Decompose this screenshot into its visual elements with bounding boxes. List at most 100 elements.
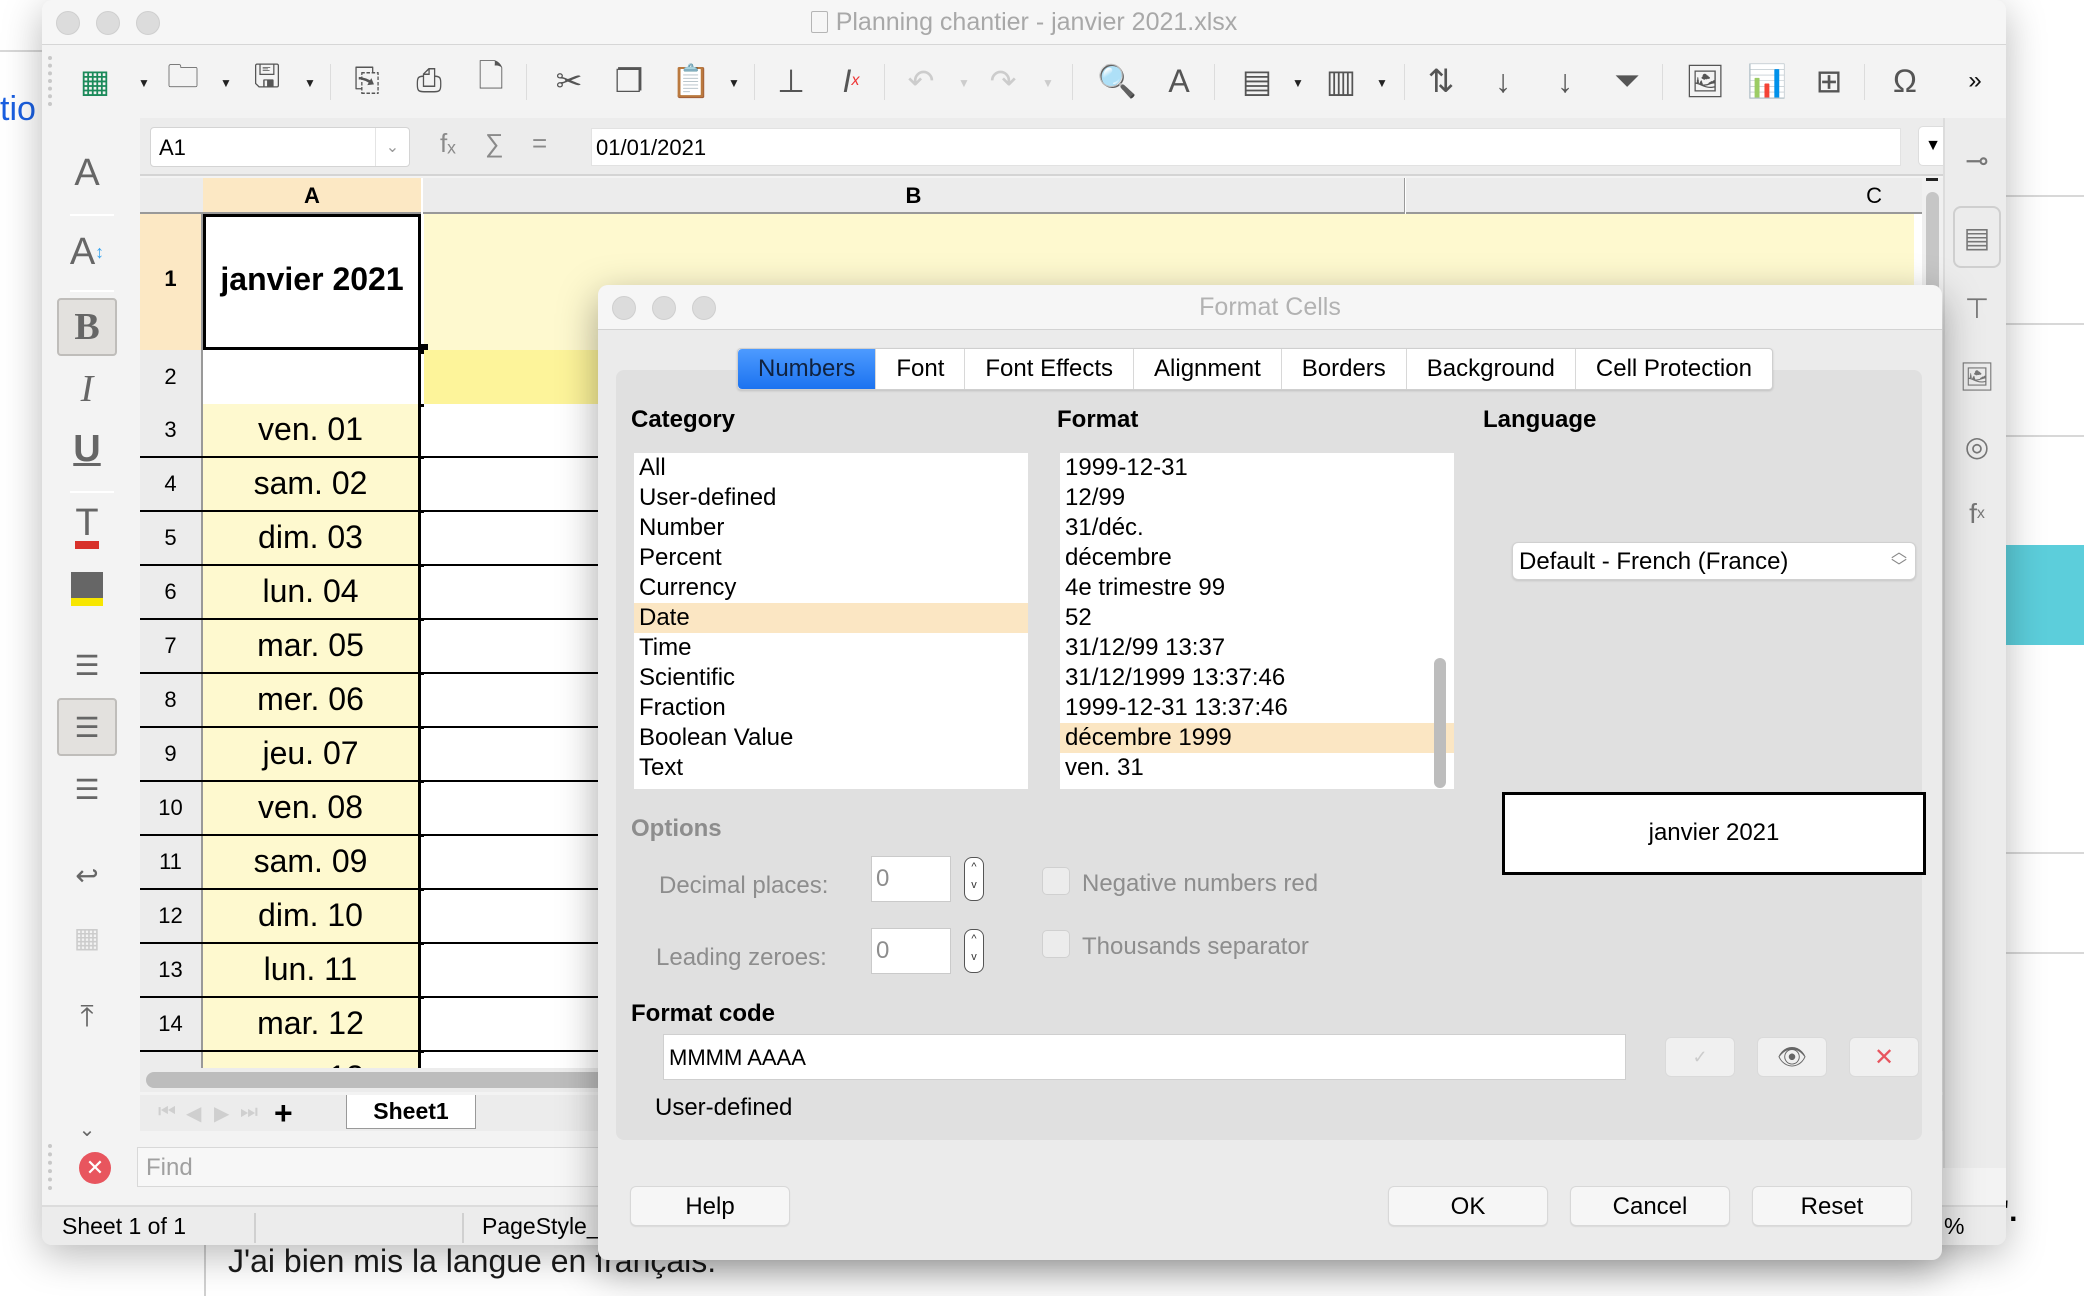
close-find-bar-icon[interactable]: ✕ xyxy=(79,1152,111,1184)
clear-formatting-icon[interactable]: Ix xyxy=(828,58,874,104)
clone-formatting-icon[interactable]: ⊥ xyxy=(768,58,814,104)
font-name-icon[interactable]: A xyxy=(57,144,117,202)
tab-font-effects[interactable]: Font Effects xyxy=(965,349,1135,389)
row-header[interactable]: 15 xyxy=(140,1052,203,1068)
leading-zeroes-stepper[interactable]: ^ v xyxy=(964,929,984,973)
category-list-item[interactable]: All xyxy=(634,453,1028,483)
category-list-item[interactable]: Currency xyxy=(634,573,1028,603)
row-header[interactable]: 11 xyxy=(140,836,203,890)
add-sheet-button[interactable]: + xyxy=(274,1095,293,1132)
format-list-item[interactable]: 31/12/99 13:37 xyxy=(1060,633,1454,663)
name-box[interactable]: A1 ⌄ xyxy=(150,127,410,167)
format-list-item[interactable]: 1999-12-31 13:37:46 xyxy=(1060,693,1454,723)
dropdown-arrow-icon[interactable]: ▼ xyxy=(1292,76,1304,90)
sum-icon[interactable]: ∑ xyxy=(485,128,504,159)
tab-borders[interactable]: Borders xyxy=(1282,349,1407,389)
format-list-item[interactable]: 4e trimestre 99 xyxy=(1060,573,1454,603)
category-list-item[interactable]: Time xyxy=(634,633,1028,663)
cut-icon[interactable]: ✂ xyxy=(546,58,592,104)
redo-icon[interactable]: ↷ xyxy=(980,58,1026,104)
row-header[interactable]: 4 xyxy=(140,458,203,512)
export-pdf-icon[interactable]: ⎘ xyxy=(344,58,390,104)
date-cell[interactable]: ven. 08 xyxy=(203,782,421,836)
category-list-item[interactable]: Number xyxy=(634,513,1028,543)
sidebar-settings-icon[interactable]: ⊸ xyxy=(1953,136,2001,184)
column-header-c[interactable]: C xyxy=(1406,178,1922,214)
dropdown-arrow-icon[interactable]: ▼ xyxy=(304,76,316,90)
row-header[interactable]: 6 xyxy=(140,566,203,620)
ok-button[interactable]: OK xyxy=(1388,1186,1548,1226)
insert-chart-icon[interactable]: 📊 xyxy=(1744,58,1790,104)
italic-icon[interactable]: I xyxy=(57,360,117,418)
category-list-item[interactable]: Fraction xyxy=(634,693,1028,723)
font-color-icon[interactable]: T xyxy=(57,498,117,556)
leading-zeroes-input[interactable]: 0 xyxy=(871,928,951,974)
format-list-item[interactable]: 31/12/1999 13:37:46 xyxy=(1060,663,1454,693)
corner-select-all[interactable] xyxy=(140,178,203,214)
row-header[interactable]: 12 xyxy=(140,890,203,944)
language-select[interactable]: Default - French (France) ︿ ﹀ xyxy=(1512,542,1916,580)
category-list-item[interactable]: Percent xyxy=(634,543,1028,573)
date-cell[interactable]: lun. 11 xyxy=(203,944,421,998)
row-header[interactable]: 1 xyxy=(140,214,203,350)
gallery-icon[interactable]: 🖼 xyxy=(1953,352,2001,400)
copy-icon[interactable]: ❐ xyxy=(606,58,652,104)
format-list-item[interactable]: 52 xyxy=(1060,603,1454,633)
last-sheet-icon[interactable]: ⏭ xyxy=(240,1101,258,1124)
print-preview-icon[interactable]: 🗋 xyxy=(468,58,514,104)
row-header[interactable]: 2 xyxy=(140,350,203,404)
format-list-scrollbar[interactable] xyxy=(1434,658,1446,788)
row-header[interactable]: 8 xyxy=(140,674,203,728)
format-list-item[interactable]: 1999-12-31 xyxy=(1060,453,1454,483)
align-right-icon[interactable]: ☰ xyxy=(57,760,117,818)
align-top-icon[interactable]: ⤒ xyxy=(57,988,117,1046)
dropdown-arrow-icon[interactable]: ▼ xyxy=(728,76,740,90)
row-header[interactable]: 5 xyxy=(140,512,203,566)
format-code-input[interactable]: MMMM AAAA xyxy=(663,1034,1626,1080)
align-center-icon[interactable]: ☰ xyxy=(57,698,117,756)
dropdown-arrow-icon[interactable]: ▼ xyxy=(220,76,232,90)
styles-icon[interactable]: ⊤ xyxy=(1953,284,2001,332)
align-left-icon[interactable]: ☰ xyxy=(57,636,117,694)
category-list-item[interactable]: Boolean Value xyxy=(634,723,1028,753)
properties-icon[interactable]: ▤ xyxy=(1953,206,2001,268)
date-cell[interactable]: mer. 13 xyxy=(203,1052,421,1068)
cell-a2[interactable] xyxy=(203,350,421,404)
negative-red-checkbox[interactable] xyxy=(1042,867,1070,895)
scroll-split-handle[interactable] xyxy=(1926,178,1938,181)
function-wizard-icon[interactable]: fₓ xyxy=(440,128,456,159)
reset-button[interactable]: Reset xyxy=(1752,1186,1912,1226)
find-input[interactable]: Find xyxy=(137,1147,617,1187)
date-cell[interactable]: mar. 05 xyxy=(203,620,421,674)
tab-numbers[interactable]: Numbers xyxy=(738,349,877,389)
next-sheet-icon[interactable]: ▶ xyxy=(214,1101,229,1126)
row-header[interactable]: 14 xyxy=(140,998,203,1052)
format-list-item[interactable]: décembre 1999 xyxy=(1060,723,1454,753)
decimal-places-input[interactable]: 0 xyxy=(871,856,951,902)
cancel-button[interactable]: Cancel xyxy=(1570,1186,1730,1226)
format-list[interactable]: 1999-12-31 12/99 31/déc. décembre 4e trimest… xyxy=(1060,453,1454,789)
chevron-down-icon[interactable]: ⌄ xyxy=(375,128,409,166)
decimal-places-stepper[interactable]: ^ v xyxy=(964,857,984,901)
date-cell[interactable]: mer. 06 xyxy=(203,674,421,728)
format-list-item[interactable]: 12/99 xyxy=(1060,483,1454,513)
tab-font[interactable]: Font xyxy=(876,349,966,389)
format-list-item[interactable]: décembre xyxy=(1060,543,1454,573)
date-cell[interactable]: ven. 01 xyxy=(203,404,421,458)
special-character-icon[interactable]: Ω xyxy=(1882,58,1928,104)
row-header[interactable]: 10 xyxy=(140,782,203,836)
spelling-icon[interactable]: A xyxy=(1156,58,1202,104)
sheet-tab[interactable]: Sheet1 xyxy=(346,1095,476,1129)
row-header[interactable]: 7 xyxy=(140,620,203,674)
navigator-icon[interactable]: ◎ xyxy=(1953,422,2001,470)
first-sheet-icon[interactable]: ⏮ xyxy=(158,1101,176,1124)
merge-cells-icon[interactable]: ▦ xyxy=(57,908,117,966)
row-header[interactable]: 9 xyxy=(140,728,203,782)
category-list-item[interactable]: Scientific xyxy=(634,663,1028,693)
format-list-item[interactable]: ven. 31 xyxy=(1060,753,1454,783)
category-list[interactable]: All User-defined Number Percent Currency Date… xyxy=(634,453,1028,789)
formula-input[interactable]: 01/01/2021 xyxy=(591,128,1901,166)
toolbar-overflow-button[interactable]: » xyxy=(1952,58,1998,104)
category-list-item[interactable]: Date xyxy=(634,603,1028,633)
sort-descending-icon[interactable]: ↓ xyxy=(1542,58,1588,104)
